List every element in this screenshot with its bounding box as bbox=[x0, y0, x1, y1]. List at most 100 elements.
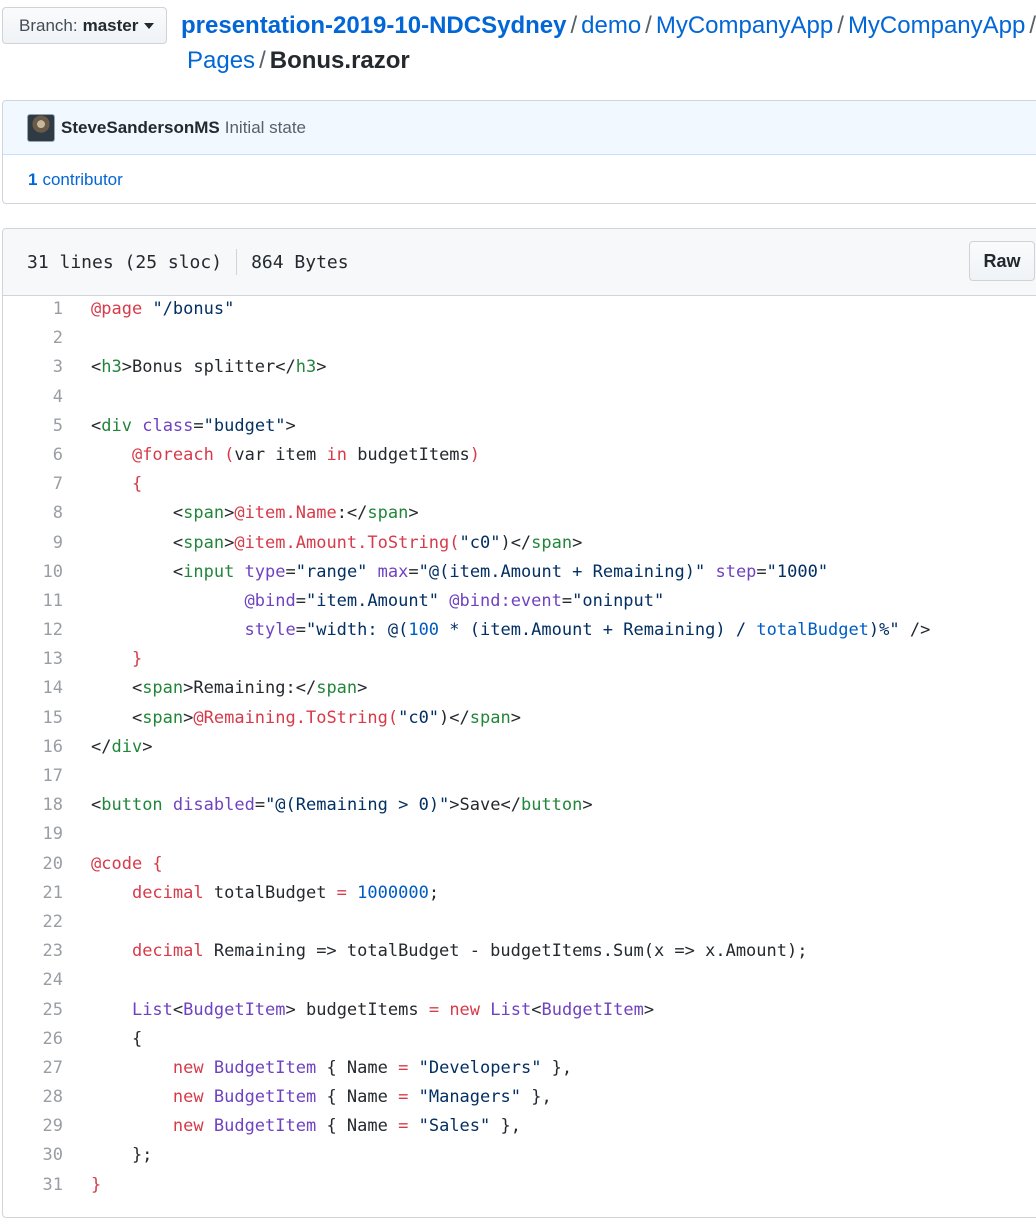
code-line: 9 <span>@item.Amount.ToString("c0")</spa… bbox=[3, 529, 1036, 558]
code-text: new BudgetItem { Name = "Developers" }, bbox=[172, 1057, 573, 1078]
code-text: <input type="range" max="@(item.Amount +… bbox=[91, 561, 829, 582]
breadcrumb-link-pages[interactable]: Pages bbox=[187, 47, 255, 74]
branch-select-button[interactable]: Branch: master bbox=[2, 7, 167, 44]
line-number[interactable]: 9 bbox=[3, 529, 91, 558]
code-text: @code { bbox=[91, 853, 163, 874]
breadcrumb-link-demo[interactable]: demo bbox=[581, 12, 641, 39]
code-text: <div class="budget"> bbox=[91, 415, 296, 436]
line-number[interactable]: 13 bbox=[3, 645, 91, 674]
line-number[interactable]: 31 bbox=[3, 1171, 91, 1200]
line-number[interactable]: 5 bbox=[3, 412, 91, 441]
code-text: <span>@item.Name:</span> bbox=[91, 503, 419, 524]
file-viewer: 31 lines (25 sloc) 864 Bytes Raw 1 @page … bbox=[2, 228, 1036, 1218]
file-line-count: 31 lines (25 sloc) bbox=[27, 251, 223, 273]
line-number[interactable]: 28 bbox=[3, 1083, 91, 1112]
code-line: 23 decimal Remaining => totalBudget - bu… bbox=[3, 937, 1036, 966]
branch-label: Branch: bbox=[19, 15, 78, 35]
code-line: 11 @bind="item.Amount" @bind:event="onin… bbox=[3, 587, 1036, 616]
line-number[interactable]: 6 bbox=[3, 441, 91, 470]
code-line: 12 style="width: @(100 * (item.Amount + … bbox=[3, 616, 1036, 645]
code-line: 21 decimal totalBudget = 1000000; bbox=[3, 879, 1036, 908]
code-text: }; bbox=[91, 1145, 153, 1166]
code-text: <span>Remaining:</span> bbox=[91, 678, 368, 699]
code-line: 15 <span>@Remaining.ToString("c0")</span… bbox=[3, 704, 1036, 733]
code-line: 8 <span>@item.Name:</span> bbox=[3, 499, 1036, 528]
breadcrumb-current-file: Bonus.razor bbox=[269, 47, 410, 74]
line-number[interactable]: 29 bbox=[3, 1112, 91, 1141]
line-number[interactable]: 25 bbox=[3, 996, 91, 1025]
breadcrumb-repo-link[interactable]: presentation-2019-10-NDCSydney bbox=[181, 12, 566, 39]
line-number[interactable]: 4 bbox=[3, 383, 91, 412]
line-number[interactable]: 3 bbox=[3, 353, 91, 382]
line-number[interactable]: 21 bbox=[3, 879, 91, 908]
caret-down-icon bbox=[144, 22, 155, 29]
author-avatar[interactable] bbox=[27, 113, 55, 142]
line-number[interactable]: 15 bbox=[3, 704, 91, 733]
code-line: 25 List<BudgetItem> budgetItems = new Li… bbox=[3, 996, 1036, 1025]
code-text: { bbox=[131, 474, 143, 495]
code-line: 26 { bbox=[3, 1025, 1036, 1054]
file-size: 864 Bytes bbox=[251, 251, 349, 273]
code-line: 24 bbox=[3, 966, 1036, 995]
line-number[interactable]: 11 bbox=[3, 587, 91, 616]
line-number[interactable]: 7 bbox=[3, 470, 91, 499]
line-number[interactable]: 26 bbox=[3, 1025, 91, 1054]
line-number[interactable]: 20 bbox=[3, 850, 91, 879]
code-text: @foreach (var item in budgetItems) bbox=[131, 444, 481, 465]
line-number[interactable]: 17 bbox=[3, 762, 91, 791]
code-line: 19 bbox=[3, 820, 1036, 849]
code-text: </div> bbox=[91, 736, 153, 757]
raw-button[interactable]: Raw bbox=[969, 241, 1035, 281]
code-text: { bbox=[91, 1028, 143, 1049]
breadcrumb-link-mycompanyapp-inner[interactable]: MyCompanyApp bbox=[848, 12, 1025, 39]
code-text: decimal Remaining => totalBudget - budge… bbox=[131, 941, 808, 962]
breadcrumb-separator: / bbox=[570, 12, 578, 39]
contributor-label: contributor bbox=[42, 170, 123, 189]
breadcrumb-separator: / bbox=[837, 12, 844, 39]
code-text: <h3>Bonus splitter</h3> bbox=[91, 357, 327, 378]
line-number[interactable]: 16 bbox=[3, 733, 91, 762]
code-text: new BudgetItem { Name = "Sales" }, bbox=[172, 1116, 521, 1137]
code-text: List<BudgetItem> budgetItems = new List<… bbox=[131, 999, 655, 1020]
code-line: 28 new BudgetItem { Name = "Managers" }, bbox=[3, 1083, 1036, 1112]
code-line: 5 <div class="budget"> bbox=[3, 412, 1036, 441]
code-text: style="width: @(100 * (item.Amount + Rem… bbox=[244, 620, 931, 641]
code-line: 2 bbox=[3, 324, 1036, 353]
commit-author-link[interactable]: SteveSandersonMS bbox=[61, 118, 220, 138]
code-line: 4 bbox=[3, 383, 1036, 412]
code-text: <span>@item.Amount.ToString("c0")</span> bbox=[91, 532, 583, 553]
contributor-count: 1 bbox=[28, 170, 38, 189]
line-number[interactable]: 27 bbox=[3, 1054, 91, 1083]
line-number[interactable]: 23 bbox=[3, 937, 91, 966]
file-header: 31 lines (25 sloc) 864 Bytes Raw bbox=[3, 229, 1036, 296]
contributors-link[interactable]: 1 contributor bbox=[3, 155, 1036, 203]
line-number[interactable]: 8 bbox=[3, 499, 91, 528]
line-number[interactable]: 30 bbox=[3, 1141, 91, 1170]
line-number[interactable]: 24 bbox=[3, 966, 91, 995]
code-line: 16 </div> bbox=[3, 733, 1036, 762]
line-number[interactable]: 12 bbox=[3, 616, 91, 645]
line-number[interactable]: 10 bbox=[3, 558, 91, 587]
line-number[interactable]: 18 bbox=[3, 791, 91, 820]
file-info-divider bbox=[236, 249, 238, 275]
line-number[interactable]: 22 bbox=[3, 908, 91, 937]
breadcrumb-link-mycompanyapp[interactable]: MyCompanyApp bbox=[656, 12, 833, 39]
code-line: 29 new BudgetItem { Name = "Sales" }, bbox=[3, 1112, 1036, 1141]
breadcrumb-separator: / bbox=[259, 47, 266, 74]
code-line: 22 bbox=[3, 908, 1036, 937]
line-number[interactable]: 14 bbox=[3, 674, 91, 703]
breadcrumb-separator: / bbox=[645, 12, 652, 39]
line-number[interactable]: 2 bbox=[3, 324, 91, 353]
code-text: decimal totalBudget = 1000000; bbox=[131, 882, 440, 903]
branch-name: master bbox=[82, 15, 139, 35]
line-number[interactable]: 1 bbox=[3, 295, 91, 324]
code-line: 30 }; bbox=[3, 1141, 1036, 1170]
code-listing: 1 @page "/bonus" 2 3 <h3>Bonus splitter</h3>… bbox=[3, 295, 1036, 1200]
breadcrumb: presentation-2019-10-NDCSydney / demo / MyCo… bbox=[181, 8, 1036, 78]
code-line: 3 <h3>Bonus splitter</h3> bbox=[3, 353, 1036, 382]
code-text: @bind="item.Amount" @bind:event="oninput… bbox=[244, 590, 665, 611]
commit-message-link[interactable]: Initial state bbox=[225, 118, 306, 138]
code-line: 18 <button disabled="@(Remaining > 0)">Sa… bbox=[3, 791, 1036, 820]
line-number[interactable]: 19 bbox=[3, 820, 91, 849]
code-line: 1 @page "/bonus" bbox=[3, 295, 1036, 324]
